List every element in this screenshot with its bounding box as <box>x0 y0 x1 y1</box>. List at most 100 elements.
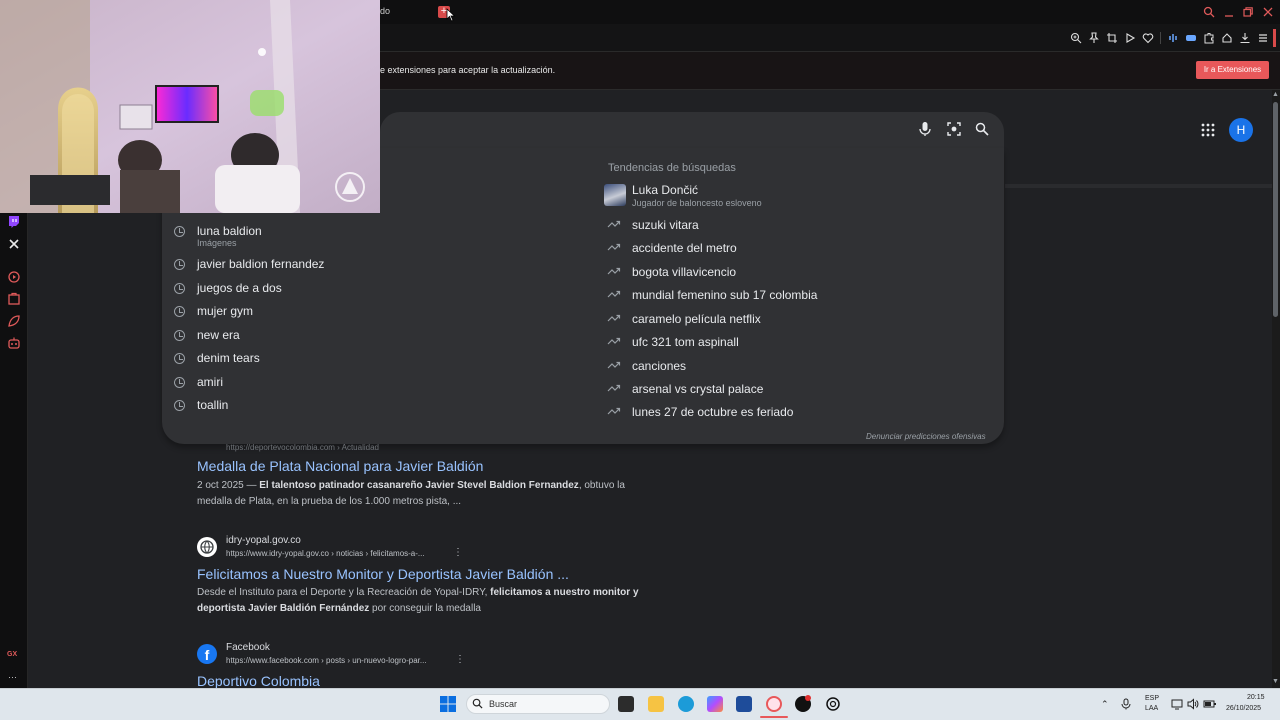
suggestion-text: bogota villavicencio <box>632 265 737 279</box>
copilot-icon[interactable] <box>707 696 723 712</box>
file-explorer-icon[interactable] <box>648 696 664 712</box>
leaf-icon[interactable] <box>6 313 22 329</box>
microphone-icon[interactable] <box>1121 698 1131 710</box>
trending-icon <box>607 220 621 228</box>
bag-icon[interactable] <box>6 291 22 307</box>
result-title[interactable]: Deportivo Colombia <box>197 673 320 689</box>
result-site-name: idry-yopal.gov.co <box>226 535 301 546</box>
heart-icon[interactable] <box>1142 32 1154 44</box>
featured-trend-subtitle: Jugador de baloncesto esloveno <box>632 198 762 208</box>
language-top[interactable]: ESP <box>1145 695 1159 702</box>
menu-icon[interactable] <box>1257 32 1269 44</box>
download-icon[interactable] <box>1239 32 1251 44</box>
battery-icon[interactable] <box>1203 698 1217 710</box>
notification-dot <box>805 695 811 701</box>
taskbar-search-placeholder: Buscar <box>489 699 518 709</box>
play-icon[interactable] <box>1124 32 1136 44</box>
restore-icon[interactable] <box>1242 6 1254 18</box>
button-label: Ir a Extensiones <box>1203 65 1262 74</box>
edge-icon[interactable] <box>678 696 694 712</box>
snippet-text: por conseguir la medalla <box>369 603 481 614</box>
snippet-text: Desde el Instituto para el Deporte y la … <box>197 587 491 598</box>
taskbar-search-box[interactable] <box>466 694 610 714</box>
clock-date[interactable]: 26/10/2025 <box>1226 705 1261 712</box>
store-icon[interactable] <box>736 696 752 712</box>
clock-time[interactable]: 20:15 <box>1247 694 1265 701</box>
volume-icon[interactable] <box>1187 698 1199 710</box>
microphone-icon[interactable] <box>918 121 932 137</box>
suggestion-text: ufc 321 tom aspinall <box>632 335 739 349</box>
suggestion-text: arsenal vs crystal palace <box>632 382 764 396</box>
x-icon[interactable] <box>6 236 22 252</box>
trending-icon <box>607 290 621 298</box>
facebook-icon: f <box>197 644 217 664</box>
report-predictions-link[interactable]: Denunciar predicciones ofensivas <box>866 432 986 441</box>
trends-heading: Tendencias de búsquedas <box>608 162 736 174</box>
task-view-icon[interactable] <box>618 696 634 712</box>
suggestion-text: caramelo película netflix <box>632 312 761 326</box>
result-snippet: 2 oct 2025 — El talentoso patinador casa… <box>197 478 657 510</box>
puzzle-icon[interactable] <box>1203 32 1215 44</box>
go-to-extensions-button[interactable]: Ir a Extensiones <box>1196 61 1269 79</box>
player-icon[interactable] <box>6 269 22 285</box>
tab-title[interactable]: do <box>380 6 390 16</box>
trending-icon <box>607 314 621 322</box>
history-icon <box>174 400 185 411</box>
opera-gx-icon[interactable] <box>766 696 782 712</box>
infobar-message: e extensiones para aceptar la actualizac… <box>380 65 556 75</box>
result-title[interactable]: Felicitamos a Nuestro Monitor y Deportis… <box>197 566 569 582</box>
more-icon[interactable]: ··· <box>8 672 17 682</box>
avatar[interactable]: H <box>1229 118 1253 142</box>
result-url: https://deportevocolombia.com › Actualid… <box>226 443 379 452</box>
windows-start-icon[interactable] <box>440 696 456 712</box>
pin-icon[interactable] <box>1088 32 1100 44</box>
more-options-icon[interactable]: ⋮ <box>453 547 463 558</box>
chatgpt-icon[interactable] <box>825 696 841 712</box>
screenshot-icon[interactable] <box>1106 32 1118 44</box>
history-icon <box>174 283 185 294</box>
gx-icon[interactable]: GX <box>7 651 17 658</box>
scroll-down-icon[interactable]: ▼ <box>1272 678 1279 685</box>
language-bottom[interactable]: LAA <box>1145 705 1158 712</box>
toolbar-divider <box>1160 32 1161 44</box>
search-input[interactable] <box>380 112 1004 148</box>
minimize-icon[interactable] <box>1223 6 1235 18</box>
more-options-icon[interactable]: ⋮ <box>455 654 465 665</box>
close-icon[interactable] <box>1262 6 1274 18</box>
scroll-up-icon[interactable]: ▲ <box>1272 91 1279 98</box>
suggestion-text: amiri <box>197 375 223 389</box>
network-icon[interactable] <box>1171 698 1183 710</box>
history-icon <box>174 226 185 237</box>
history-icon <box>174 353 185 364</box>
suggestion-text: mundial femenino sub 17 colombia <box>632 288 818 302</box>
windows-taskbar <box>0 688 1280 720</box>
scrollbar-thumb[interactable] <box>1273 102 1278 317</box>
search-icon[interactable] <box>975 122 989 136</box>
webcam-overlay <box>0 0 380 213</box>
chevron-up-icon[interactable]: ⌃ <box>1101 699 1109 710</box>
suggestion-text: javier baldion fernandez <box>197 257 325 271</box>
zoom-icon[interactable] <box>1070 32 1082 44</box>
trending-icon <box>607 267 621 275</box>
globe-icon <box>197 537 217 557</box>
featured-trend-title[interactable]: Luka Dončić <box>632 183 698 197</box>
extension-icon[interactable] <box>1185 32 1197 44</box>
cursor-icon <box>446 8 456 22</box>
active-app-indicator <box>760 716 788 718</box>
suggestion-text: lunes 27 de octubre es feriado <box>632 405 794 419</box>
result-url: https://www.idry-yopal.gov.co › noticias… <box>226 549 425 558</box>
result-title[interactable]: Medalla de Plata Nacional para Javier Ba… <box>197 458 483 474</box>
robot-icon[interactable] <box>6 335 22 351</box>
header-divider <box>1005 184 1272 188</box>
result-snippet: Desde el Instituto para el Deporte y la … <box>197 585 657 617</box>
result-url: https://www.facebook.com › posts › un-nu… <box>226 656 427 665</box>
audio-icon[interactable] <box>1167 32 1179 44</box>
trending-icon <box>607 243 621 251</box>
twitch-icon[interactable] <box>6 214 22 230</box>
apps-grid-icon[interactable] <box>1201 123 1215 137</box>
lens-icon[interactable] <box>946 121 962 137</box>
wallet-icon[interactable] <box>1221 32 1233 44</box>
history-icon <box>174 377 185 388</box>
search-icon[interactable] <box>1203 6 1215 18</box>
suggestion-text: denim tears <box>197 351 260 365</box>
